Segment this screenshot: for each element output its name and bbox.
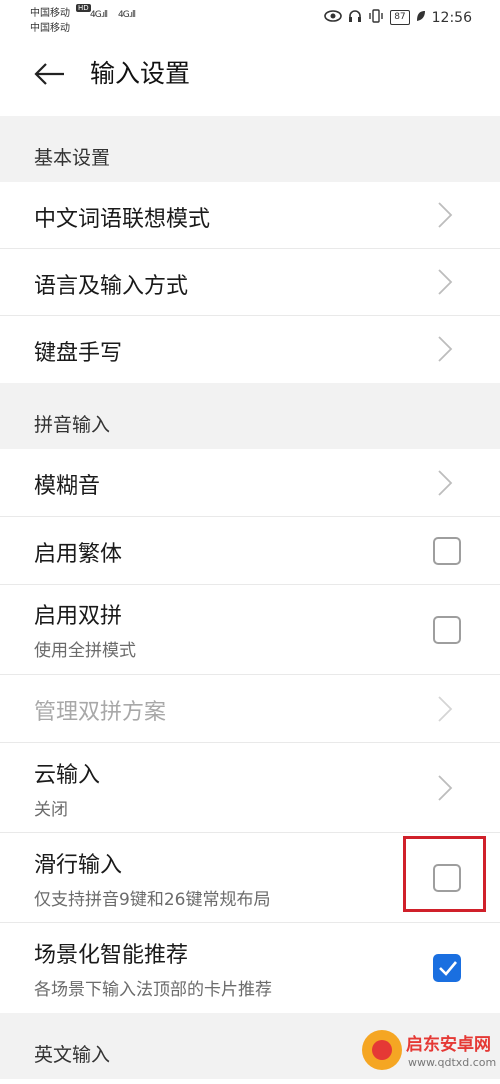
status-bar: 中国移动 HD 中国移动 4G.ıll 4G.ıll 87 12:56: [0, 0, 500, 36]
setting-label: 语言及输入方式: [34, 274, 189, 299]
double-pinyin-checkbox[interactable]: [433, 616, 461, 644]
watermark: 启东安卓网 www.qdtxd.com: [362, 1026, 496, 1080]
section-header-basic: 基本设置: [0, 116, 500, 182]
signal-2: 4G.ıll: [118, 10, 136, 20]
watermark-url: www.qdtxd.com: [408, 1056, 497, 1069]
clock: 12:56: [431, 9, 472, 26]
chevron-right-icon: [438, 269, 453, 295]
setting-summary: 关闭: [34, 800, 68, 820]
setting-summary: 仅支持拼音9键和26键常规布局: [34, 890, 271, 910]
setting-label: 启用繁体: [34, 542, 123, 567]
setting-manage-double-pinyin: 管理双拼方案: [0, 675, 500, 743]
hd-badge: HD: [76, 4, 91, 12]
chevron-right-icon: [438, 202, 453, 228]
vibrate-icon: [368, 9, 384, 26]
section-header-pinyin: 拼音输入: [0, 383, 500, 449]
setting-label: 云输入: [34, 763, 101, 788]
setting-fuzzy-pinyin[interactable]: 模糊音: [0, 449, 500, 517]
setting-label: 模糊音: [34, 474, 101, 499]
setting-cloud-input[interactable]: 云输入 关闭: [0, 743, 500, 833]
settings-list: 基本设置 中文词语联想模式 语言及输入方式 键盘手写 拼音输入 模糊音 启用繁体…: [0, 116, 500, 1084]
section-title: 英文输入: [34, 1044, 111, 1066]
smart-recommend-checkbox[interactable]: [433, 954, 461, 982]
signal-1: 4G.ıll: [90, 10, 108, 20]
setting-label: 启用双拼: [34, 604, 123, 629]
page-title: 输入设置: [90, 59, 191, 88]
setting-chinese-association[interactable]: 中文词语联想模式: [0, 182, 500, 249]
setting-keyboard-handwriting[interactable]: 键盘手写: [0, 316, 500, 383]
setting-label: 场景化智能推荐: [34, 943, 189, 968]
setting-label: 中文词语联想模式: [34, 207, 211, 232]
chevron-right-icon: [438, 470, 453, 496]
setting-summary: 使用全拼模式: [34, 641, 136, 661]
eye-icon: [324, 10, 342, 25]
check-icon: [439, 961, 457, 976]
section-title: 拼音输入: [34, 414, 111, 436]
battery-indicator: 87: [390, 10, 410, 25]
setting-label: 滑行输入: [34, 853, 123, 878]
arrow-left-icon: [34, 63, 64, 85]
carrier-2: 中国移动: [30, 23, 70, 34]
chevron-right-icon: [438, 336, 453, 362]
app-header: 输入设置: [0, 36, 500, 116]
chevron-right-icon: [438, 775, 453, 801]
watermark-logo-icon: [362, 1030, 402, 1070]
watermark-name: 启东安卓网: [406, 1035, 491, 1055]
leaf-icon: [416, 10, 426, 25]
setting-smart-recommend[interactable]: 场景化智能推荐 各场景下输入法顶部的卡片推荐: [0, 923, 500, 1013]
setting-label: 管理双拼方案: [34, 700, 167, 725]
annotation-highlight-box: [403, 836, 486, 912]
headphone-icon: [348, 9, 362, 26]
back-button[interactable]: [32, 56, 68, 92]
setting-double-pinyin[interactable]: 启用双拼 使用全拼模式: [0, 585, 500, 675]
section-title: 基本设置: [34, 147, 111, 169]
setting-language-input[interactable]: 语言及输入方式: [0, 249, 500, 316]
setting-label: 键盘手写: [34, 341, 123, 366]
chevron-right-icon: [438, 696, 453, 722]
traditional-checkbox[interactable]: [433, 537, 461, 565]
setting-traditional[interactable]: 启用繁体: [0, 517, 500, 585]
setting-summary: 各场景下输入法顶部的卡片推荐: [34, 980, 272, 1000]
carrier-1: 中国移动: [30, 8, 70, 19]
